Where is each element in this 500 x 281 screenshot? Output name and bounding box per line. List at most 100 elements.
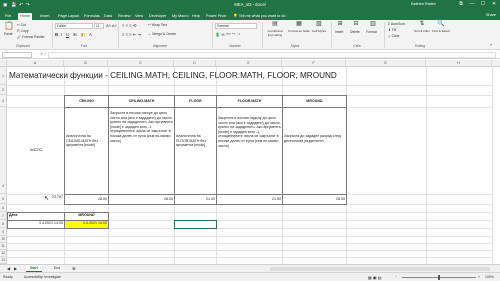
formula-input[interactable] <box>48 52 496 58</box>
zoom-level[interactable]: 100% <box>485 275 494 279</box>
row-header-1[interactable]: 1 <box>0 67 7 85</box>
tab-home[interactable]: Home <box>18 12 33 20</box>
close-icon[interactable]: ✕ <box>489 1 499 7</box>
description-ceiling[interactable]: Аналогична на CEILING.MATH без аргумента… <box>64 107 109 195</box>
font-size-select[interactable]: 11 <box>94 23 104 29</box>
font-color-icon[interactable]: A <box>89 32 92 37</box>
sort-filter-button[interactable]: Sort & Filter <box>413 29 431 33</box>
insert-cells-icon[interactable]: ⊞ <box>333 21 347 28</box>
add-sheet-icon[interactable]: ⊕ <box>68 265 80 272</box>
paste-icon[interactable]: 📋 <box>3 22 15 30</box>
column-header-g[interactable]: G <box>346 60 426 67</box>
sort-filter-icon[interactable]: ⇅ <box>415 21 429 28</box>
row-header-6[interactable]: 6 <box>0 204 7 212</box>
result-floor[interactable]: 21.00 <box>174 194 217 205</box>
date-value[interactable]: 3.4.2021 14:05 <box>7 220 65 229</box>
maximize-icon[interactable]: ☐ <box>478 1 488 7</box>
italic-button[interactable]: I <box>61 32 62 37</box>
column-header-h[interactable]: H <box>426 60 492 67</box>
format-as-table-icon[interactable]: ▦ <box>292 21 306 28</box>
cell-styles-button[interactable]: Cell Styles <box>311 29 327 33</box>
row-header-4[interactable]: 4 <box>0 107 7 194</box>
number-format-icons[interactable]: 💲 % ⁰⁰⁰ ⁺⁰ ⁻⁰ <box>215 32 240 37</box>
conditional-formatting-icon[interactable]: ▤ <box>268 21 282 28</box>
cell-styles-icon[interactable]: ▧ <box>312 21 326 28</box>
find-select-button[interactable]: Find & Select <box>432 29 450 33</box>
tell-me-search[interactable]: 💡 Tell me what you want to do <box>231 13 288 21</box>
tab-formulas[interactable]: Formulas <box>82 13 102 21</box>
cut-button[interactable]: ✂ Cut <box>17 23 26 27</box>
column-header-f[interactable]: F <box>282 60 346 67</box>
paste-button[interactable]: Paste <box>4 32 13 36</box>
font-name-select[interactable]: Calibri <box>55 23 93 29</box>
conditional-formatting-button[interactable]: Conditional Formatting <box>264 29 286 37</box>
tab-help[interactable]: Help <box>190 13 202 21</box>
description-ceiling-math[interactable]: Закръгля в посока нагоре до цяло число и… <box>108 107 175 195</box>
row-header-8[interactable]: 8 <box>0 220 7 228</box>
merge-center-button[interactable]: ⇔ Merge & Center <box>148 32 176 36</box>
column-header-d[interactable]: D <box>174 60 216 67</box>
fill-button[interactable]: ⬇ Fill <box>388 28 396 32</box>
sheet-tab-start[interactable]: Start <box>26 265 42 272</box>
row-header-7[interactable]: 7 <box>0 212 7 220</box>
row-header-5[interactable]: 5 <box>0 194 7 204</box>
tab-page-layout[interactable]: Page Layout <box>56 13 81 21</box>
sheet-title[interactable]: Математически функции - CEILING.MATH, CE… <box>9 70 489 84</box>
horizontal-scrollbar[interactable] <box>270 266 490 271</box>
column-header-b[interactable]: B <box>64 60 108 67</box>
tab-power-pivot[interactable]: Power Pivot <box>204 13 228 21</box>
row-header-9[interactable]: 9 <box>0 228 7 236</box>
result-ceiling-math[interactable]: 28.00 <box>108 194 175 205</box>
fill-color-icon[interactable]: ◧ <box>81 32 85 37</box>
align-top-icons[interactable]: ≡ ≡ ≡ ⟲ <box>122 23 136 28</box>
bold-button[interactable]: B <box>55 32 58 37</box>
delete-cells-icon[interactable]: ⊟ <box>349 21 363 28</box>
result-ceiling[interactable]: 28.00 <box>64 194 109 205</box>
format-painter-button[interactable]: 🖌 Format Painter <box>17 35 45 39</box>
row-header-11[interactable]: 11 <box>0 243 7 250</box>
tab-my-macro[interactable]: My Macro <box>170 13 191 21</box>
number-format-select[interactable]: General <box>215 23 257 29</box>
column-header-e[interactable]: E <box>216 60 282 67</box>
find-select-icon[interactable]: 🔍 <box>434 21 448 28</box>
share-button[interactable]: Share <box>486 13 496 17</box>
wrap-text-button[interactable]: ↵ Wrap Text <box>148 23 167 27</box>
minimize-icon[interactable]: — <box>467 1 477 7</box>
font-grow-icon[interactable]: A˄ A˅ <box>106 23 117 28</box>
autosum-button[interactable]: Σ AutoSum <box>388 22 405 26</box>
column-header-a[interactable]: A <box>7 60 64 67</box>
insert-cells-button[interactable]: Insert <box>335 30 343 34</box>
description-floor[interactable]: Аналогична на FLOOR.MATH без аргумента [… <box>174 107 217 195</box>
zoom-slider-thumb[interactable] <box>438 275 440 280</box>
row-header-12[interactable]: 12 <box>0 250 7 257</box>
view-mode-icons[interactable]: ▦ ▣ ▤ <box>368 275 382 280</box>
tab-developer[interactable]: Developer <box>147 13 168 21</box>
underline-button[interactable]: U <box>66 32 69 37</box>
accessibility-status[interactable]: Accessibility: Investigate <box>24 275 61 279</box>
ribbon-display-icon[interactable]: ⧉ <box>456 1 466 7</box>
input-number[interactable]: 23.767 <box>8 195 64 204</box>
mround-date-value[interactable]: 3.4.2021 14:00 <box>64 220 109 229</box>
delete-cells-button[interactable]: Delete <box>350 30 360 34</box>
clear-button[interactable]: ◇ Clear <box>388 34 400 38</box>
format-as-table-button[interactable]: Format as Table <box>288 29 310 33</box>
copy-button[interactable]: ⎘ Copy <box>17 29 29 33</box>
result-floor-math[interactable]: 21.00 <box>216 194 283 205</box>
result-mround[interactable]: 28.00 <box>282 194 347 205</box>
label-number[interactable]: ЧИСЛО <box>8 107 64 194</box>
name-box[interactable] <box>2 52 32 58</box>
tab-insert[interactable]: Insert <box>38 13 52 21</box>
zoom-in-icon[interactable]: + <box>478 275 480 279</box>
tab-file[interactable]: File <box>3 13 13 21</box>
format-cells-button[interactable]: Format <box>366 30 377 34</box>
row-header-3[interactable]: 3 <box>0 95 7 107</box>
select-all-corner[interactable] <box>0 60 7 67</box>
zoom-out-icon[interactable]: − <box>395 275 397 279</box>
format-cells-icon[interactable]: ▥ <box>366 21 380 28</box>
row-header-2[interactable]: 2 <box>0 85 7 95</box>
user-name[interactable]: Batelen Radev <box>411 2 436 6</box>
description-mround[interactable]: Закръгля до зададен разряд след десетичн… <box>282 107 347 195</box>
collapse-ribbon-icon[interactable]: ˄ <box>490 42 492 47</box>
borders-icon[interactable]: ⊞ <box>73 32 77 37</box>
scroll-right-icon[interactable]: ▶ <box>10 265 21 272</box>
